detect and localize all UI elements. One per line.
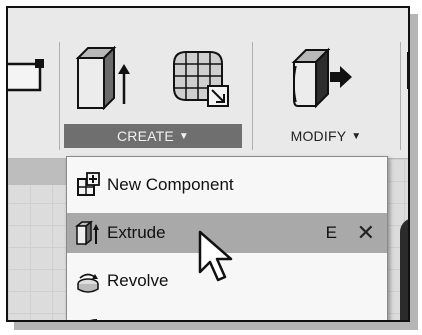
modify-menu-button[interactable]: MODIFY ▼: [266, 124, 386, 148]
menu-item-label: New Component: [107, 175, 234, 194]
menu-item-partial[interactable]: [67, 307, 387, 320]
assemble-tool-icon[interactable]: [406, 51, 408, 97]
create-label: CREATE: [116, 128, 174, 144]
press-pull-icon[interactable]: [288, 46, 358, 115]
modify-label: MODIFY: [290, 128, 347, 144]
toolbar-separator: [400, 42, 401, 150]
sketch-rectangle-icon[interactable]: [8, 54, 48, 103]
toolbar-separator: [252, 42, 253, 150]
menu-item-label: Extrude: [107, 223, 166, 242]
frame-shadow-right: [410, 14, 418, 326]
create-menu-button[interactable]: CREATE ▼: [64, 124, 242, 148]
new-component-icon: [75, 172, 101, 198]
toolbar-separator: [59, 42, 60, 150]
screenshot-frame: CREATE ▼ MODIFY ▼ New Component Extrude …: [6, 6, 410, 322]
frame-shadow-bottom: [14, 322, 418, 330]
create-form-icon[interactable]: [168, 46, 232, 115]
chevron-down-icon: ▼: [351, 130, 362, 142]
menu-item-label: Revolve: [107, 271, 169, 290]
toolbar: CREATE ▼ MODIFY ▼: [8, 8, 408, 159]
extrude-icon: [74, 220, 101, 246]
menu-item-new-component[interactable]: New Component: [67, 165, 387, 205]
chevron-down-icon: ▼: [178, 130, 190, 142]
browser-panel-edge: [8, 159, 66, 185]
close-icon[interactable]: ✕: [357, 220, 375, 246]
extrude-tool-icon[interactable]: [74, 44, 134, 115]
revolve-icon: [75, 268, 101, 294]
mouse-pointer-icon: [198, 230, 236, 291]
shortcut-key: E: [325, 223, 337, 242]
model-body: [400, 218, 408, 320]
sweep-icon: [75, 314, 101, 320]
